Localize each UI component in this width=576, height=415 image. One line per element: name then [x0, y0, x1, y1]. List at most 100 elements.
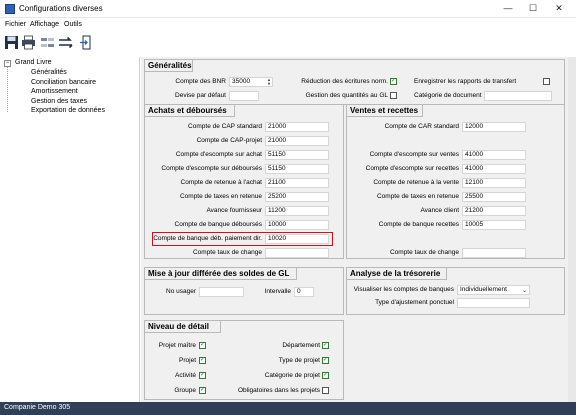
purchases-field[interactable]: 51150	[265, 150, 329, 160]
treasury-section: Analyse de la trésorerie Visualiser les …	[346, 267, 565, 315]
detail-section: Niveau de détail Projet maître ✓ Projet …	[144, 320, 344, 400]
fx-field[interactable]	[462, 248, 526, 258]
deferred-title: Mise à jour différée des soldes de GL	[145, 268, 297, 280]
menu-file[interactable]: Fichier	[5, 21, 26, 28]
purchases-field[interactable]: 25200	[265, 192, 329, 202]
sales-label: Compte d'escompte sur ventes	[369, 151, 459, 158]
detail-checkbox[interactable]: ✓	[199, 372, 206, 379]
purchases-field[interactable]: 10000	[265, 220, 329, 230]
purchases-label: Compte d'escompte sur déboursés	[161, 165, 262, 172]
purchases-field[interactable]: 11200	[265, 206, 329, 216]
qty-checkbox[interactable]	[390, 92, 397, 99]
detail-right-label: Catégorie de projet	[264, 372, 320, 379]
deferred-section: Mise à jour différée des soldes de GL No…	[144, 267, 344, 315]
sales-section: Ventes et recettes Compte de CAR standar…	[346, 104, 565, 259]
tree-root-grand-livre[interactable]: Grand Livre	[15, 59, 52, 66]
detail-left-label: Activité	[175, 372, 196, 379]
detail-checkbox[interactable]: ✓	[199, 357, 206, 364]
sales-field[interactable]: 12100	[462, 178, 526, 188]
checkmark-icon: ✓	[323, 342, 329, 348]
detail-right-label: Type de projet	[278, 357, 320, 364]
tree-item-taxes[interactable]: Gestion des taxes	[31, 98, 87, 105]
qty-label: Gestion des quantités au GL	[305, 92, 388, 99]
detail-checkbox[interactable]: ✓	[322, 372, 329, 379]
transfer-icon[interactable]	[40, 35, 55, 50]
detail-checkbox[interactable]: ✓	[322, 342, 329, 349]
status-bar: Companie Demo 305	[0, 402, 576, 415]
bnr-field[interactable]: 35000 ▲ ▼	[229, 77, 273, 87]
purchases-label: Compte de CAP standard	[188, 123, 262, 130]
adjust-label: Type d'ajustement ponctuel	[375, 299, 454, 306]
export-icon[interactable]	[79, 35, 94, 50]
sales-field[interactable]: 41000	[462, 150, 526, 160]
save-reports-label: Enregistrer les rapports de transfert	[414, 78, 517, 85]
menu-bar: Fichier Affichage Outils	[0, 19, 576, 31]
vertical-scrollbar[interactable]	[568, 57, 576, 402]
spin-updown-icon[interactable]: ▲ ▼	[266, 78, 272, 86]
reduction-checkbox[interactable]: ✓	[390, 78, 397, 85]
car-field[interactable]: 12000	[462, 122, 526, 132]
chevron-down-icon[interactable]: ⌄	[522, 287, 527, 295]
checkmark-icon: ✓	[323, 357, 329, 363]
purchases-field[interactable]: 21100	[265, 178, 329, 188]
sales-label: Compte d'escompte sur recettes	[365, 165, 459, 172]
sales-field[interactable]: 25500	[462, 192, 526, 202]
menu-tools[interactable]: Outils	[64, 21, 82, 28]
detail-checkbox[interactable]	[322, 387, 329, 394]
doc-category-field[interactable]	[484, 91, 552, 101]
print-icon[interactable]	[21, 35, 36, 50]
sales-field[interactable]: 21200	[462, 206, 526, 216]
sales-field[interactable]: 41000	[462, 164, 526, 174]
minimize-button[interactable]: —	[497, 1, 519, 16]
purchases-field[interactable]: 51150	[265, 164, 329, 174]
detail-left-label: Projet	[179, 357, 196, 364]
purchases-label: Compte d'escompte sur achat	[175, 151, 262, 158]
adjust-field[interactable]	[457, 298, 530, 308]
general-title: Généralités	[145, 60, 193, 72]
save-icon[interactable]	[4, 35, 19, 50]
purchases-section: Achats et déboursés Compte de CAP standa…	[144, 104, 344, 259]
detail-right-label: Obligatoires dans les projets	[237, 387, 320, 394]
sales-field[interactable]: 10005	[462, 220, 526, 230]
detail-checkbox[interactable]: ✓	[322, 357, 329, 364]
sales-title: Ventes et recettes	[347, 105, 423, 117]
doc-category-label: Catégorie de document	[414, 92, 482, 99]
maximize-button[interactable]: ☐	[522, 1, 544, 16]
tree-item-exportation[interactable]: Exportation de données	[31, 107, 105, 114]
app-icon	[5, 4, 15, 14]
detail-left-label: Groupe	[174, 387, 196, 394]
menu-view[interactable]: Affichage	[30, 21, 59, 28]
interval-label: Intervalle	[264, 288, 291, 295]
sales-label: Compte de retenue à la vente	[373, 179, 459, 186]
collapse-icon[interactable]: −	[4, 60, 11, 67]
checkmark-icon: ✓	[200, 342, 206, 348]
window-title: Configurations diverses	[19, 4, 103, 13]
default-currency-field[interactable]	[229, 91, 259, 101]
view-select[interactable]: Individuellement ⌄	[457, 285, 530, 295]
tree-connector	[7, 67, 8, 112]
user-field[interactable]	[199, 287, 244, 297]
detail-checkbox[interactable]: ✓	[199, 342, 206, 349]
detail-title: Niveau de détail	[145, 321, 221, 333]
interval-field[interactable]: 0	[294, 287, 314, 297]
purchases-field[interactable]	[265, 248, 329, 258]
detail-checkbox[interactable]: ✓	[199, 387, 206, 394]
view-value: Individuellement	[460, 286, 507, 293]
save-reports-checkbox[interactable]	[543, 78, 550, 85]
checkmark-icon: ✓	[200, 372, 206, 378]
swap-icon[interactable]	[58, 35, 73, 50]
tree-item-generalites[interactable]: Généralités	[31, 69, 67, 76]
fx-label: Compte taux de change	[389, 249, 459, 256]
highlight-box	[152, 232, 333, 246]
detail-left-label: Projet maître	[158, 342, 196, 349]
close-button[interactable]: ✕	[548, 1, 570, 16]
general-section: Généralités Compte des BNR 35000 ▲ ▼ Devi…	[144, 59, 565, 105]
purchases-field[interactable]: 21000	[265, 122, 329, 132]
tree-item-amortissement[interactable]: Amortissement	[31, 88, 78, 95]
detail-right-label: Département	[282, 342, 320, 349]
purchases-label: Compte taux de change	[192, 249, 262, 256]
tree-item-conciliation[interactable]: Conciliation bancaire	[31, 79, 96, 86]
checkmark-icon: ✓	[323, 372, 329, 378]
company-name: Companie Demo 305	[4, 404, 71, 411]
purchases-field[interactable]: 21000	[265, 136, 329, 146]
